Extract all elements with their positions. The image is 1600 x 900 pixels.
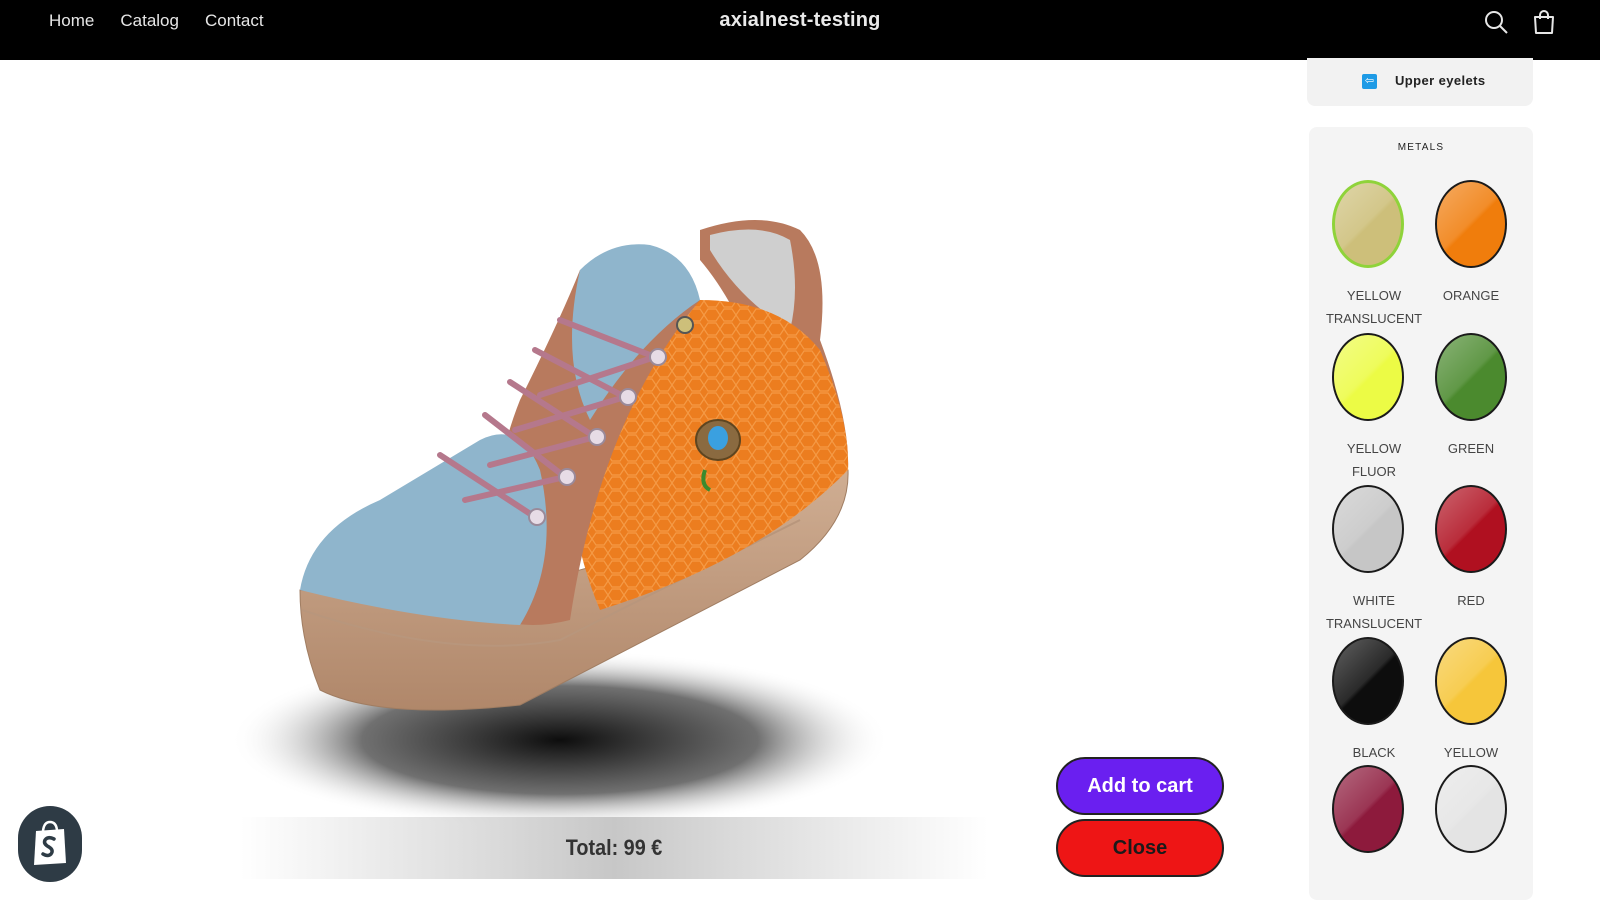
color-swatch[interactable] (1332, 485, 1404, 573)
swatch-label: ORANGE (1416, 284, 1526, 307)
swatch-label-line2: TRANSLUCENT (1325, 311, 1423, 326)
top-navigation-bar: Home Catalog Contact axialnest-testing (0, 0, 1600, 60)
part-selector-card[interactable]: ⇦ Upper eyelets (1307, 58, 1533, 106)
toe-cap[interactable] (300, 434, 547, 625)
section-heading: METALS (1397, 142, 1445, 153)
color-swatch[interactable] (1332, 765, 1404, 853)
swatch-label-line2: TRANSLUCENT (1325, 616, 1423, 631)
arrow-left-icon[interactable]: ⇦ (1362, 74, 1377, 89)
swatch-label: YELLOW (1416, 741, 1526, 764)
swatch-label-line1: ORANGE (1442, 288, 1500, 303)
swatch-label: YELLOW FLUOR (1319, 437, 1429, 483)
cart-icon[interactable] (1530, 8, 1558, 36)
swatch-label-line1: RED (1457, 593, 1485, 608)
search-icon[interactable] (1482, 8, 1510, 36)
color-swatch[interactable] (1435, 333, 1507, 421)
color-swatch[interactable] (1332, 333, 1404, 421)
swatch-label: WHITE TRANSLUCENT (1319, 589, 1429, 635)
color-swatch[interactable] (1332, 180, 1404, 268)
color-swatch[interactable] (1435, 637, 1507, 725)
close-button[interactable]: Close (1056, 819, 1224, 877)
current-part-label: Upper eyelets (1395, 73, 1486, 88)
swatch-label-line1: YELLOW (1346, 288, 1402, 303)
add-to-cart-button[interactable]: Add to cart (1056, 757, 1224, 815)
color-swatch[interactable] (1332, 637, 1404, 725)
swatch-label: BLACK (1319, 741, 1429, 764)
swatch-label: GREEN (1416, 437, 1526, 460)
total-price-bar: Total: 99 € (240, 817, 988, 879)
swatch-label-line1: WHITE (1353, 593, 1395, 608)
color-swatch[interactable] (1435, 180, 1507, 268)
swatch-label-line1: YELLOW (1346, 441, 1402, 456)
color-swatch[interactable] (1435, 485, 1507, 573)
color-swatch[interactable] (1435, 765, 1507, 853)
swatch-label-line1: YELLOW (1443, 745, 1499, 760)
shopify-bag-icon[interactable] (18, 806, 82, 882)
store-name[interactable]: axialnest-testing (0, 9, 1600, 32)
swatch-label-line1: BLACK (1352, 745, 1396, 760)
swatch-label-line1: GREEN (1447, 441, 1495, 456)
material-swatch-panel: METALS YELLOW TRANSLUCENT ORANGE YELLOW FLUO… (1309, 127, 1533, 900)
total-price: Total: 99 € (565, 835, 663, 860)
swatch-label: YELLOW TRANSLUCENT (1319, 284, 1429, 330)
swatch-label-line2: FLUOR (1351, 464, 1397, 479)
swatch-label: RED (1416, 589, 1526, 612)
